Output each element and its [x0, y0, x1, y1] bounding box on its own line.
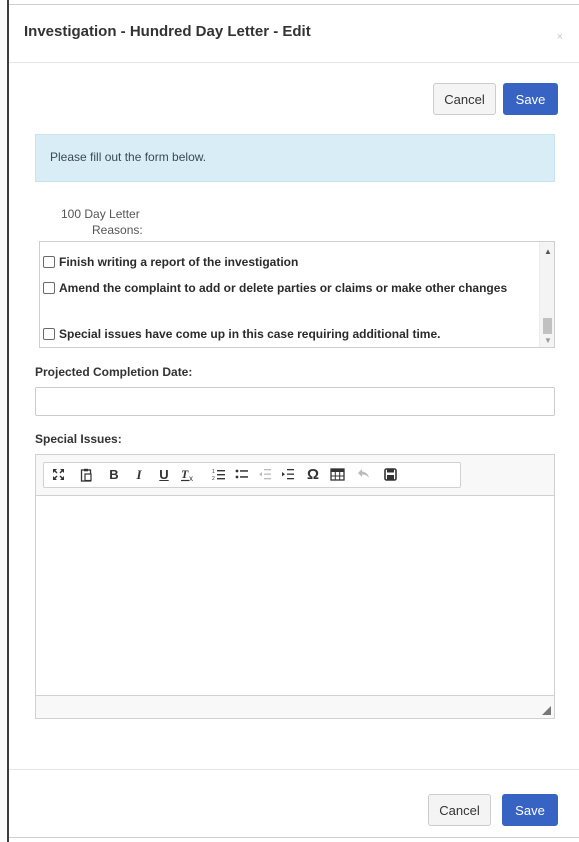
- svg-text:T: T: [181, 468, 189, 481]
- bulleted-list-icon[interactable]: [232, 466, 252, 484]
- reason-label: Finish writing a report of the investiga…: [59, 255, 299, 269]
- reason-checkbox[interactable]: [43, 328, 55, 340]
- paste-from-word-icon[interactable]: [76, 466, 96, 484]
- save-icon[interactable]: [380, 466, 400, 484]
- reasons-scrollbar[interactable]: ▲ ▼: [539, 242, 554, 347]
- decrease-indent-icon[interactable]: [255, 466, 275, 484]
- resize-grip-icon[interactable]: [542, 706, 551, 715]
- reasons-listbox[interactable]: Finish writing a report of the investiga…: [39, 241, 555, 348]
- editor-toolbar-group: B I U Tx 12 Ω: [43, 462, 461, 488]
- save-button-bottom[interactable]: Save: [502, 794, 558, 826]
- save-button-top[interactable]: Save: [503, 83, 558, 115]
- special-issues-editor: B I U Tx 12 Ω: [35, 454, 555, 719]
- cancel-button-bottom[interactable]: Cancel: [428, 794, 491, 826]
- increase-indent-icon[interactable]: [278, 466, 298, 484]
- special-character-icon[interactable]: Ω: [303, 466, 323, 484]
- italic-icon[interactable]: I: [129, 466, 149, 484]
- undo-icon[interactable]: [354, 466, 374, 484]
- reason-option[interactable]: Amend the complaint to add or delete par…: [43, 280, 528, 297]
- edit-modal: Investigation - Hundred Day Letter - Edi…: [9, 4, 579, 838]
- bold-icon[interactable]: B: [104, 466, 124, 484]
- close-icon[interactable]: ×: [557, 31, 563, 43]
- scroll-up-arrow-icon[interactable]: ▲: [544, 248, 552, 256]
- table-icon[interactable]: [327, 466, 347, 484]
- editor-toolbar: B I U Tx 12 Ω: [36, 455, 554, 496]
- svg-text:2: 2: [212, 476, 215, 481]
- reasons-label: 100 Day Letter Reasons:: [61, 206, 181, 238]
- reason-checkbox[interactable]: [43, 282, 55, 294]
- projected-completion-date-input[interactable]: [35, 387, 555, 416]
- special-issues-editor-body[interactable]: [36, 496, 554, 695]
- svg-text:1: 1: [212, 469, 215, 475]
- scroll-thumb[interactable]: [543, 318, 552, 334]
- reasons-label-line2: Reasons:: [92, 223, 143, 237]
- reasons-label-line1: 100 Day Letter: [61, 207, 140, 221]
- svg-text:x: x: [189, 474, 193, 482]
- reason-checkbox[interactable]: [43, 256, 55, 268]
- info-alert: Please fill out the form below.: [35, 134, 555, 182]
- numbered-list-icon[interactable]: 12: [209, 466, 229, 484]
- modal-footer: Cancel Save: [9, 769, 579, 839]
- editor-status-bar: [36, 695, 554, 718]
- remove-format-icon[interactable]: Tx: [178, 466, 198, 484]
- projected-completion-label: Projected Completion Date:: [35, 365, 193, 379]
- reason-label: Special issues have come up in this case…: [59, 327, 441, 341]
- scroll-down-arrow-icon[interactable]: ▼: [544, 337, 552, 345]
- modal-header: Investigation - Hundred Day Letter - Edi…: [9, 5, 579, 63]
- modal-title: Investigation - Hundred Day Letter - Edi…: [24, 23, 311, 40]
- cancel-button-top[interactable]: Cancel: [433, 83, 496, 115]
- maximize-icon[interactable]: [48, 466, 68, 484]
- reason-option[interactable]: Special issues have come up in this case…: [43, 326, 440, 343]
- screen: Investigation - Hundred Day Letter - Edi…: [0, 0, 579, 842]
- underline-icon[interactable]: U: [154, 466, 174, 484]
- background-edge: [0, 0, 9, 842]
- special-issues-label: Special Issues:: [35, 432, 122, 446]
- reason-option[interactable]: Finish writing a report of the investiga…: [43, 254, 298, 271]
- reason-label: Amend the complaint to add or delete par…: [59, 281, 508, 295]
